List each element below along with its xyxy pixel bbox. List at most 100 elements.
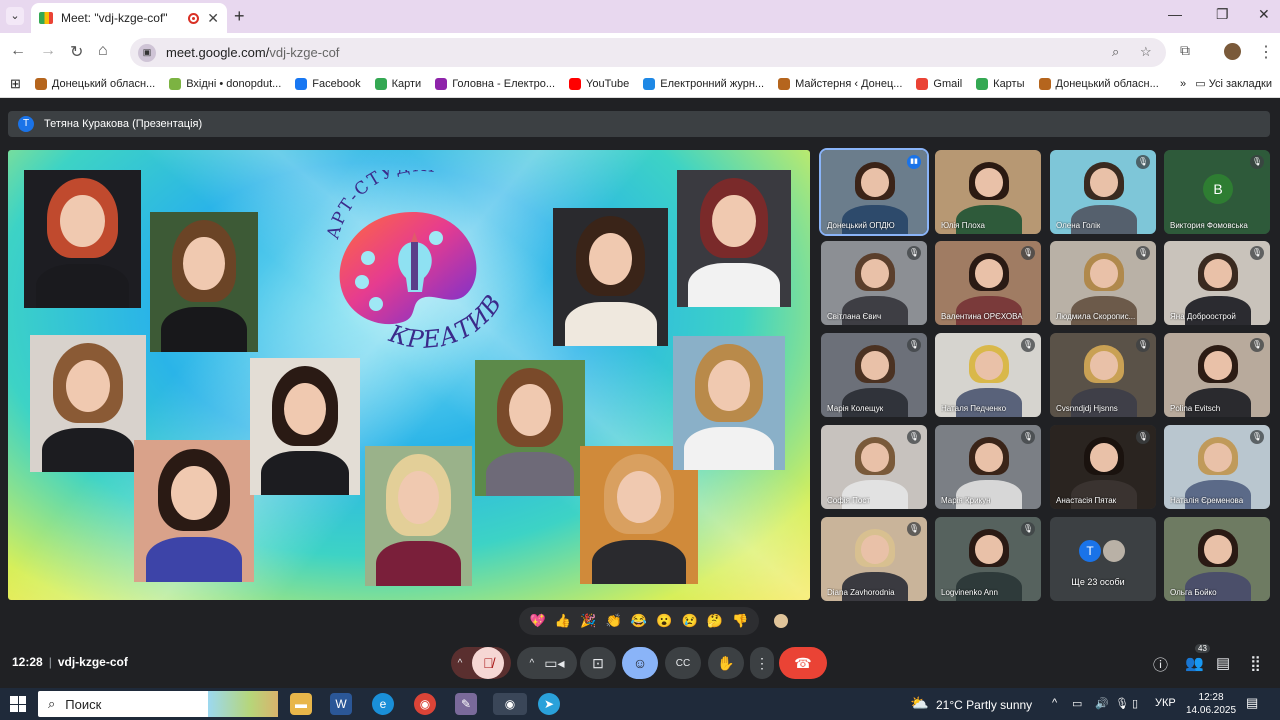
reaction-emoji-button[interactable]: 😂 [631,613,647,629]
reactions-button[interactable]: ☺ [622,647,658,679]
bookmark-item[interactable]: Майстерня ‹ Донец... [778,78,902,90]
weather-icon[interactable]: ⛅ [910,694,929,712]
bookmark-item[interactable]: Донецький обласн... [1038,78,1159,90]
bookmark-star-icon[interactable]: ☆ [1140,44,1152,60]
site-info-icon[interactable]: ▣ [138,43,156,62]
reaction-emoji-button[interactable]: 💖 [530,613,546,629]
bookmark-item[interactable]: Карты [976,78,1025,90]
bookmark-label: Донецький обласн... [51,78,156,90]
close-window-icon[interactable]: ✕ [1258,6,1270,23]
camera-icon: ▭◂ [544,654,565,671]
word-icon[interactable]: W [330,693,352,715]
more-participants-tile[interactable]: Т Ще 23 особи [1050,517,1156,601]
participant-avatar: Т [1078,539,1102,563]
info-icon[interactable]: ⓘ [1153,654,1168,675]
taskbar: ⌕ Поиск ▬ W e ◉ ✎ ◉ ➤ ⛅ 21°C Partly sunn… [0,688,1280,720]
language-indicator[interactable]: УКР [1155,697,1176,709]
skin-tone-button[interactable] [774,614,788,628]
mic-muted-icon: 🎙 [1250,155,1264,169]
participant-tile[interactable]: Олена Голік 🎙 [1050,150,1156,234]
participant-tile[interactable]: Наталія Єременова 🎙 [1164,425,1270,509]
telegram-icon[interactable]: ➤ [538,693,560,715]
people-icon[interactable]: 👥 [1185,654,1204,672]
participant-tile[interactable]: Анастасія Пятак 🎙 [1050,425,1156,509]
apps-icon[interactable]: ⊞ [10,76,21,92]
reaction-emoji-button[interactable]: 👎 [732,613,748,629]
chevron-up-icon[interactable]: ^ [1052,697,1057,709]
leave-call-button[interactable]: ☎ [779,647,827,679]
maximize-icon[interactable]: ❐ [1216,6,1229,23]
mic-muted-icon: 🎙 [907,430,921,444]
notifications-icon[interactable]: ▤ [1246,695,1258,711]
extensions-icon[interactable]: ⧉ [1180,42,1190,59]
reaction-emoji-button[interactable]: 😮 [656,613,672,629]
participant-tile[interactable]: Polina Evitsch 🎙 [1164,333,1270,417]
battery-icon[interactable]: ▯ [1132,697,1138,710]
participant-tile[interactable]: Logvinenko Ann 🎙 [935,517,1041,601]
bookmark-item[interactable]: Донецький обласн... [34,78,156,90]
participant-tile[interactable]: В Виктория Фомовська 🎙 [1164,150,1270,234]
new-tab-button[interactable]: + [234,6,245,27]
captions-button[interactable]: CC [665,647,701,679]
tab-search-button[interactable]: ⌄ [6,7,24,25]
address-bar[interactable]: ▣ meet.google.com/vdj-kzge-cof ⌕ ☆ [130,38,1166,67]
tab-meet[interactable]: Meet: "vdj-kzge-cof" ✕ [31,3,227,33]
participant-tile[interactable]: Марія Колещук 🎙 [821,333,927,417]
network-icon[interactable]: ▭ [1072,697,1082,710]
bookmark-item[interactable]: Вхідні • donopdut... [169,78,281,90]
taskbar-search[interactable]: ⌕ Поиск [38,691,278,717]
paint-icon[interactable]: ✎ [455,693,477,715]
forward-icon[interactable]: → [40,42,56,60]
activities-icon[interactable]: ⣿ [1250,654,1261,672]
file-explorer-icon[interactable]: ▬ [290,693,312,715]
reaction-emoji-button[interactable]: 👏 [606,613,622,629]
participant-tile[interactable]: Diana Zavhorodnia 🎙 [821,517,927,601]
microphone-tray-icon[interactable]: 🎙 [1115,697,1129,710]
bookmark-item[interactable]: Карти [374,78,421,90]
bookmark-item[interactable]: Facebook [295,78,361,90]
chrome-active-icon[interactable]: ◉ [493,693,527,715]
close-tab-icon[interactable]: ✕ [207,10,219,27]
participant-tile[interactable]: Наталя Педченко 🎙 [935,333,1041,417]
more-options-button[interactable]: ⋮ [750,647,774,679]
home-icon[interactable]: ⌂ [98,42,108,60]
camera-button[interactable]: ^ ▭◂ [517,647,577,679]
chat-icon[interactable]: ▤ [1216,654,1230,672]
volume-icon[interactable]: 🔊 [1095,697,1109,710]
participant-tile[interactable]: Яна Доброострой 🎙 [1164,241,1270,325]
participant-tile[interactable]: Валентина ОРЄХОВА 🎙 [935,241,1041,325]
profile-avatar[interactable] [1224,43,1241,60]
participant-tile[interactable]: Юлія Плоха [935,150,1041,234]
minimize-icon[interactable]: — [1168,6,1182,22]
participant-name: Cvsnndjdj Hjsnns [1056,404,1118,413]
menu-icon[interactable]: ⋮ [1258,42,1274,62]
participant-tile[interactable]: Cvsnndjdj Hjsnns 🎙 [1050,333,1156,417]
participant-tile[interactable]: Ольга Бойко [1164,517,1270,601]
microphone-button[interactable]: ^ 🎙̸ [451,647,511,679]
participant-tile[interactable]: Донецький ОПДЮ ▮▮ [819,148,929,236]
clock[interactable]: 12:28 14.06.2025 [1186,691,1236,717]
zoom-icon[interactable]: ⌕ [1112,44,1119,60]
participant-tile[interactable]: Софія Пост 🎙 [821,425,927,509]
reaction-emoji-button[interactable]: 👍 [555,613,571,629]
weather-text[interactable]: 21°C Partly sunny [936,698,1032,712]
reload-icon[interactable]: ↻ [70,42,83,62]
chrome-icon[interactable]: ◉ [414,693,436,715]
raise-hand-button[interactable]: ✋ [708,647,744,679]
participant-tile[interactable]: Людмила Скоропис... 🎙 [1050,241,1156,325]
bookmark-favicon-icon [435,78,448,90]
bookmark-item[interactable]: Gmail [916,78,962,90]
participant-tile[interactable]: Марія Крикун 🎙 [935,425,1041,509]
participant-tile[interactable]: Світлана Євич 🎙 [821,241,927,325]
bookmark-item[interactable]: Електронний журн... [643,78,764,90]
reaction-emoji-button[interactable]: 🤔 [707,613,723,629]
all-bookmarks[interactable]: » ▭ Усі закладки [1180,77,1272,90]
bookmark-item[interactable]: Головна - Електро... [435,78,555,90]
windows-start-icon[interactable] [10,696,26,712]
back-icon[interactable]: ← [10,42,26,60]
reaction-emoji-button[interactable]: 😢 [682,613,698,629]
edge-icon[interactable]: e [372,693,394,715]
reaction-emoji-button[interactable]: 🎉 [580,613,596,629]
present-button[interactable]: ⊡ [580,647,616,679]
bookmark-item[interactable]: YouTube [569,78,629,90]
